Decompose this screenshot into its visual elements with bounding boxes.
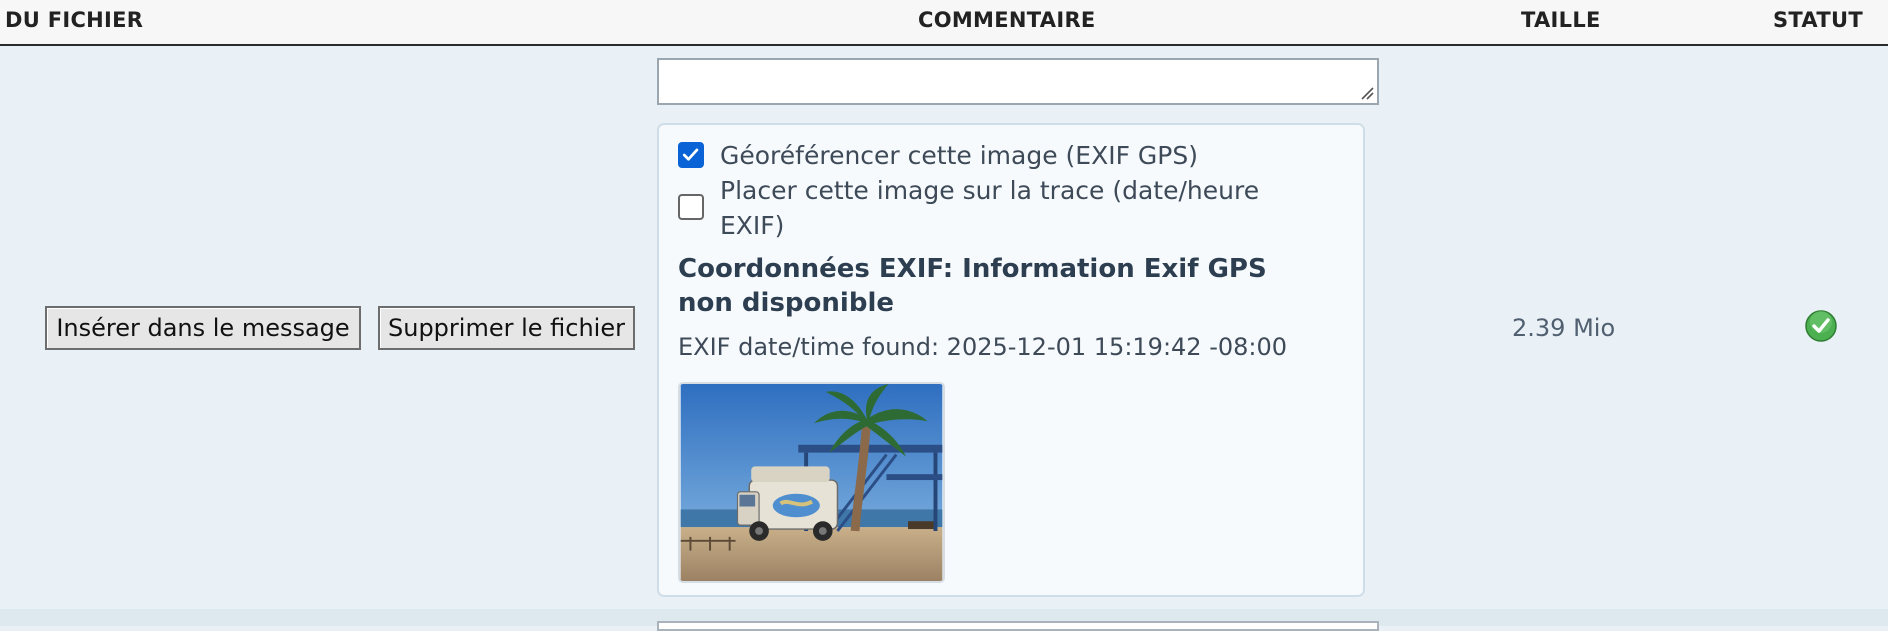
file-size: 2.39 Mio [1512,314,1616,342]
beach-photo-icon [680,384,943,581]
table-header: DU FICHIER COMMENTAIRE TAILLE STATUT [0,0,1888,46]
georeference-label[interactable]: Géoréférencer cette image (EXIF GPS) [720,138,1198,173]
exif-datetime-text: EXIF date/time found: 2025-12-01 15:19:4… [678,333,1288,361]
place-on-trace-label[interactable]: Placer cette image sur la trace (date/he… [720,173,1280,243]
georeference-checkbox[interactable] [678,142,704,168]
exif-coordinates-text: Coordonnées EXIF: Information Exif GPS n… [678,254,1267,318]
place-on-trace-checkbox[interactable] [678,194,704,220]
resize-grip-icon[interactable] [1360,86,1374,100]
column-header-size: TAILLE [1521,8,1601,32]
next-row-comment-textarea[interactable] [657,621,1379,631]
delete-file-button[interactable]: Supprimer le fichier [378,306,635,350]
column-header-status: STATUT [1773,8,1863,32]
insert-into-message-button[interactable]: Insérer dans le message [45,306,361,350]
comment-textarea[interactable] [657,58,1379,105]
checkmark-icon [682,148,699,161]
column-header-comment: COMMENTAIRE [918,8,1096,32]
check-circle-icon [1805,310,1837,342]
geo-options-panel: Géoréférencer cette image (EXIF GPS) Pla… [657,123,1365,597]
image-thumbnail[interactable] [678,382,945,583]
column-header-file: DU FICHIER [5,8,144,32]
